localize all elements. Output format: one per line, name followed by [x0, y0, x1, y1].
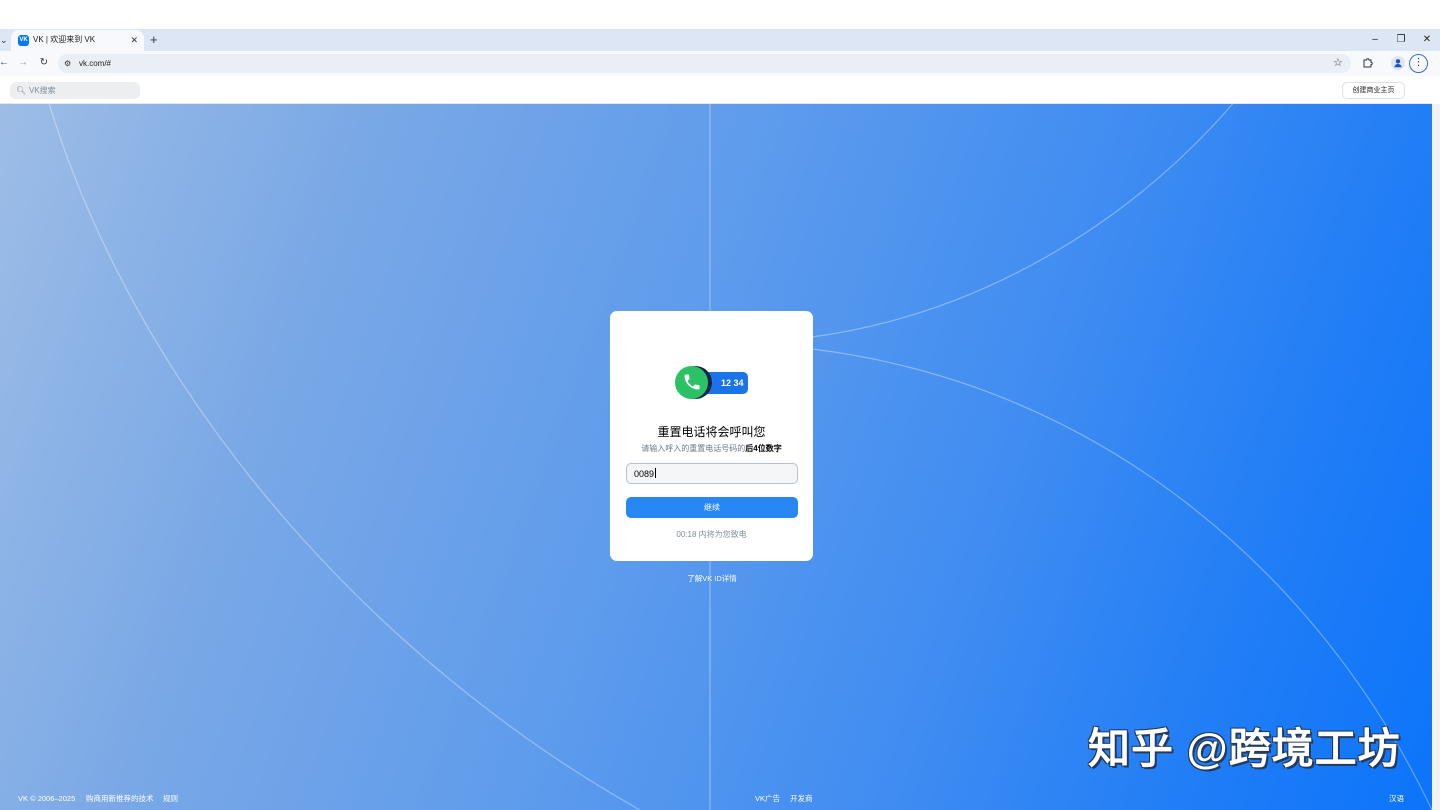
card-title: 重置电话将会呼叫您	[657, 425, 766, 439]
tab-close-icon[interactable]: ✕	[130, 33, 138, 47]
vk-favicon-icon: VK	[18, 35, 29, 46]
restore-icon[interactable]: ❐	[1388, 29, 1414, 51]
reload-icon[interactable]: ↻	[37, 56, 51, 70]
zhihu-watermark: 知乎 @跨境工坊	[1088, 725, 1401, 772]
tab-title: VK | 欢迎来到 VK	[33, 35, 96, 44]
phone-handset-icon	[684, 374, 700, 390]
footer-recommendations-link[interactable]: 购商用新推荐的技术	[86, 793, 154, 804]
masked-digit-star: *	[710, 379, 713, 386]
learn-vk-id-link[interactable]: 了解VK ID详情	[612, 573, 812, 584]
footer-developers-link[interactable]: 开发商	[790, 793, 813, 804]
search-placeholder: VK搜索	[29, 86, 56, 95]
text-caret	[655, 468, 657, 478]
profile-avatar-icon[interactable]	[1391, 56, 1405, 70]
code-input-field[interactable]: 0089	[626, 463, 798, 484]
tab-list-chevron-icon[interactable]: ⌄	[0, 32, 8, 48]
minimize-icon[interactable]: –	[1362, 29, 1388, 51]
verification-card: * 12 34 重置电话将会呼叫您 请输入呼入的重置电话号码的后4位数字 008…	[610, 311, 813, 561]
browser-tab[interactable]: VK VK | 欢迎来到 VK ✕	[11, 30, 144, 51]
top-strip	[0, 0, 1440, 29]
code-digits: 0089	[634, 469, 655, 479]
browser-menu-kebab-icon[interactable]: ⋮	[1409, 54, 1428, 73]
digits-pill: * 12 34	[702, 372, 748, 394]
person-icon	[1394, 59, 1402, 68]
vk-header: 🔍︎ VK搜索 创建商业主页	[0, 76, 1432, 104]
address-bar[interactable]: ⚙ vk.com/#	[58, 54, 1351, 73]
search-input[interactable]: 🔍︎ VK搜索	[10, 82, 140, 99]
create-business-page-button[interactable]: 创建商业主页	[1342, 82, 1405, 99]
last-digits-text: 12 34	[721, 378, 744, 388]
extensions-puzzle-icon[interactable]	[1362, 56, 1374, 68]
phone-call-icon	[675, 366, 708, 399]
footer-ads-link[interactable]: VK广告	[755, 793, 780, 804]
window-close-icon[interactable]: ✕	[1414, 29, 1440, 51]
footer-language-link[interactable]: 汉语	[1389, 793, 1404, 804]
footer-copyright: VK © 2006–2025	[18, 794, 76, 803]
window-controls: – ❐ ✕	[1362, 29, 1440, 51]
subtitle-emphasis: 后4位数字	[745, 444, 782, 453]
subtitle-text: 请输入呼入的重置电话号码的	[641, 444, 746, 453]
search-icon: 🔍︎	[16, 86, 27, 95]
code-input-value: 0089	[634, 468, 657, 480]
tab-bar: ⌄ VK VK | 欢迎来到 VK ✕ + – ❐ ✕	[0, 29, 1440, 51]
browser-toolbar: ← → ↻ ⚙ vk.com/# ☆ ⋮	[0, 51, 1440, 76]
site-settings-icon[interactable]: ⚙	[64, 57, 71, 70]
new-tab-plus-icon[interactable]: +	[150, 31, 158, 49]
continue-button[interactable]: 继续	[626, 497, 798, 518]
bookmark-star-icon[interactable]: ☆	[1333, 56, 1343, 70]
url-text: vk.com/#	[79, 59, 112, 68]
footer-rules-link[interactable]: 规则	[163, 793, 178, 804]
page-scroll-gutter	[1432, 104, 1440, 810]
call-timer-text: 00:18 内将为您致电	[676, 530, 747, 539]
forward-arrow-icon[interactable]: →	[16, 56, 30, 70]
card-subtitle: 请输入呼入的重置电话号码的后4位数字	[610, 443, 813, 455]
call-reset-illustration: * 12 34	[675, 366, 750, 400]
back-arrow-icon[interactable]: ←	[0, 56, 11, 70]
